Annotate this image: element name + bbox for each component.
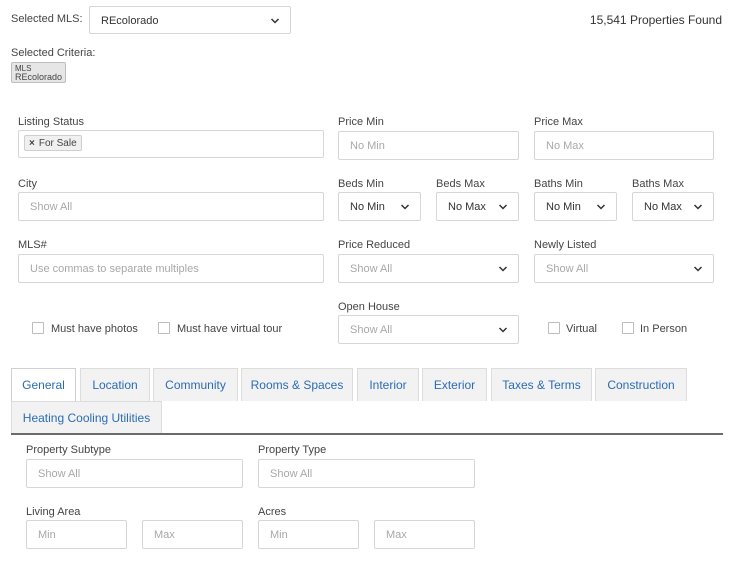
beds-max-select[interactable]: No Max: [436, 192, 519, 221]
chevron-down-icon: [498, 264, 508, 274]
living-area-min-placeholder: Min: [38, 529, 56, 541]
tab-rooms-spaces[interactable]: Rooms & Spaces: [241, 368, 353, 401]
tab-construction[interactable]: Construction: [595, 368, 687, 401]
open-house-virtual-checkbox[interactable]: [548, 322, 560, 334]
baths-max-value: No Max: [644, 201, 682, 213]
price-max-placeholder: No Max: [546, 140, 584, 152]
city-label: City: [18, 178, 37, 190]
open-house-value: Show All: [350, 324, 393, 336]
living-area-max-input[interactable]: Max: [142, 520, 243, 549]
baths-min-value: No Min: [546, 201, 581, 213]
mls-select[interactable]: REcolorado: [89, 6, 291, 34]
listing-status-input[interactable]: × For Sale: [18, 130, 324, 158]
beds-min-label: Beds Min: [338, 178, 384, 190]
price-max-input[interactable]: No Max: [534, 131, 714, 160]
newly-listed-label: Newly Listed: [534, 239, 597, 251]
must-have-photos-checkbox[interactable]: [32, 322, 44, 334]
tab-community[interactable]: Community: [153, 368, 238, 401]
city-input[interactable]: Show All: [18, 192, 324, 221]
chevron-down-icon: [596, 202, 606, 212]
tabs-divider: [11, 433, 723, 435]
beds-min-select[interactable]: No Min: [338, 192, 421, 221]
baths-min-label: Baths Min: [534, 178, 583, 190]
selected-mls-label: Selected MLS:: [11, 13, 83, 25]
criteria-chip-value: REcolorado: [15, 72, 63, 82]
price-reduced-label: Price Reduced: [338, 239, 411, 251]
baths-max-label: Baths Max: [632, 178, 684, 190]
must-have-virtual-tour-checkbox[interactable]: [158, 322, 170, 334]
baths-max-select[interactable]: No Max: [632, 192, 714, 221]
price-min-label: Price Min: [338, 116, 384, 128]
must-have-virtual-tour-label: Must have virtual tour: [177, 323, 283, 335]
mls-number-input[interactable]: Use commas to separate multiples: [18, 254, 324, 283]
newly-listed-value: Show All: [546, 263, 589, 275]
tab-exterior[interactable]: Exterior: [422, 368, 487, 401]
beds-min-value: No Min: [350, 201, 385, 213]
mls-number-placeholder: Use commas to separate multiples: [30, 263, 199, 275]
property-type-label: Property Type: [258, 444, 327, 456]
acres-min-input[interactable]: Min: [258, 520, 359, 549]
property-type-placeholder: Show All: [270, 468, 313, 480]
chevron-down-icon: [498, 325, 508, 335]
beds-max-label: Beds Max: [436, 178, 485, 190]
open-house-select[interactable]: Show All: [338, 315, 519, 344]
open-house-in-person-checkbox[interactable]: [622, 322, 634, 334]
newly-listed-select[interactable]: Show All: [534, 254, 714, 283]
properties-found-count: 15,541 Properties Found: [589, 13, 722, 27]
mls-select-value: REcolorado: [101, 15, 159, 27]
tab-taxes-terms[interactable]: Taxes & Terms: [491, 368, 592, 401]
price-reduced-select[interactable]: Show All: [338, 254, 519, 283]
property-subtype-input[interactable]: Show All: [26, 459, 243, 488]
beds-max-value: No Max: [448, 201, 486, 213]
mls-number-label: MLS#: [18, 239, 47, 251]
tab-heating-cooling-utilities[interactable]: Heating Cooling Utilities: [11, 401, 162, 434]
acres-min-placeholder: Min: [270, 529, 288, 541]
open-house-virtual-label: Virtual: [566, 323, 597, 335]
living-area-label: Living Area: [26, 506, 81, 518]
acres-max-input[interactable]: Max: [374, 520, 475, 549]
criteria-chip-mls[interactable]: MLS REcolorado: [11, 62, 66, 83]
chevron-down-icon: [498, 202, 508, 212]
living-area-max-placeholder: Max: [154, 529, 175, 541]
chevron-down-icon: [693, 264, 703, 274]
chevron-down-icon: [693, 202, 703, 212]
price-max-label: Price Max: [534, 116, 583, 128]
chevron-down-icon: [270, 16, 280, 26]
selected-criteria-label: Selected Criteria:: [11, 47, 96, 59]
listing-status-tag[interactable]: × For Sale: [24, 135, 82, 151]
acres-label: Acres: [258, 506, 287, 518]
chevron-down-icon: [400, 202, 410, 212]
open-house-in-person-label: In Person: [640, 323, 688, 335]
open-house-label: Open House: [338, 301, 400, 313]
must-have-photos-label: Must have photos: [51, 323, 138, 335]
property-type-input[interactable]: Show All: [258, 459, 475, 488]
close-icon[interactable]: ×: [29, 138, 35, 149]
tab-location[interactable]: Location: [80, 368, 150, 401]
baths-min-select[interactable]: No Min: [534, 192, 617, 221]
price-reduced-value: Show All: [350, 263, 393, 275]
tab-general[interactable]: General: [11, 368, 76, 401]
listing-status-label: Listing Status: [18, 116, 85, 128]
city-placeholder: Show All: [30, 201, 73, 213]
listing-status-tag-label: For Sale: [38, 137, 77, 149]
acres-max-placeholder: Max: [386, 529, 407, 541]
price-min-input[interactable]: No Min: [338, 131, 519, 160]
property-subtype-placeholder: Show All: [38, 468, 81, 480]
living-area-min-input[interactable]: Min: [26, 520, 127, 549]
property-subtype-label: Property Subtype: [26, 444, 111, 456]
price-min-placeholder: No Min: [350, 140, 385, 152]
tab-interior[interactable]: Interior: [357, 368, 419, 401]
